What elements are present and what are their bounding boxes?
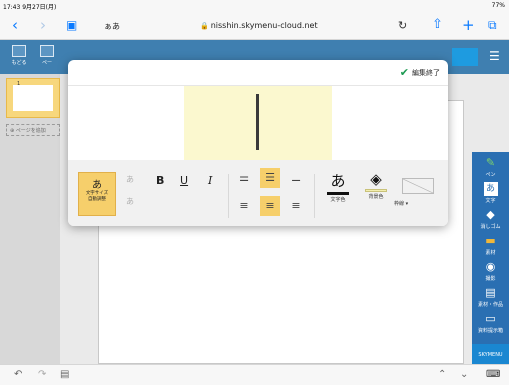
status-bar: 17:43 9月27日(月) 77%: [0, 0, 509, 12]
tool-pen[interactable]: ✎ ペン: [474, 156, 507, 182]
tool-works[interactable]: ▤ 素材・作品: [474, 286, 507, 312]
address-text: nisshin.skymenu-cloud.net: [210, 21, 318, 30]
chevron-down-icon[interactable]: ⌄: [460, 369, 468, 380]
auto-size-button[interactable]: あ 文字サイズ 自動調整: [78, 172, 116, 216]
page-icon: [40, 45, 54, 57]
app-action-button[interactable]: [452, 48, 478, 66]
folder-icon: ▤: [485, 286, 496, 299]
page-panel: 1 ⊕ ページを追加: [0, 74, 60, 364]
italic-button[interactable]: I: [208, 174, 212, 187]
eraser-icon: ◆: [486, 208, 495, 221]
tool-box[interactable]: ▭ 資料提示箱: [474, 312, 507, 338]
tool-pen-label: ペン: [485, 172, 496, 178]
tool-material-label: 素材: [485, 250, 496, 256]
tool-camera-label: 撮影: [485, 276, 496, 282]
undo-icon[interactable]: ↶: [14, 369, 22, 380]
reload-icon[interactable]: ↻: [398, 19, 407, 32]
pen-icon: ✎: [485, 156, 496, 169]
page-button[interactable]: ペー: [34, 43, 60, 71]
tool-text[interactable]: あ 文字: [474, 182, 507, 208]
frame-style-dropdown[interactable]: 枠線 ▾: [394, 200, 408, 207]
new-tab-icon[interactable]: +: [462, 17, 475, 33]
back-app-label: もどる: [11, 60, 27, 66]
status-time: 17:43 9月27日(月): [3, 4, 57, 11]
finish-edit-button[interactable]: ✔ 編集終了: [400, 66, 440, 79]
paint-bucket-icon: ◈: [370, 170, 382, 188]
bookmarks-icon[interactable]: ▣: [66, 17, 77, 33]
reader-button[interactable]: ぁあ: [104, 21, 120, 32]
valign-middle-button[interactable]: ☰: [260, 168, 280, 188]
auto-size-icon: あ: [92, 180, 102, 191]
font-decrease-button[interactable]: あ: [126, 196, 134, 207]
redo-icon[interactable]: ↷: [38, 369, 46, 380]
text-color-label: 文字色: [330, 197, 346, 203]
tool-camera[interactable]: ◉ 撮影: [474, 260, 507, 286]
text-caret: [256, 94, 259, 150]
bg-color-button[interactable]: ◈ 背景色: [360, 170, 392, 200]
text-box[interactable]: [184, 86, 332, 160]
add-page-label: ページを追加: [15, 128, 46, 134]
valign-top-icon: ⚌: [239, 171, 249, 184]
tool-material[interactable]: ▬ 素材: [474, 234, 507, 260]
align-right-button[interactable]: ≡: [286, 196, 306, 216]
menu-icon[interactable]: ☰: [489, 49, 500, 63]
finish-edit-label: 編集終了: [412, 69, 440, 77]
text-icon: あ: [483, 182, 498, 196]
auto-size-label-2: 自動調整: [88, 197, 106, 202]
align-center-button[interactable]: ≡: [260, 196, 280, 216]
material-icon: ▬: [485, 234, 496, 247]
toolbar-divider: [314, 174, 315, 218]
text-color-button[interactable]: あ 文字色: [322, 170, 354, 203]
align-left-button[interactable]: ≡: [234, 196, 254, 216]
lock-icon: 🔒: [200, 22, 209, 30]
address-field[interactable]: 🔒 nisshin.skymenu-cloud.net: [200, 21, 318, 30]
bold-button[interactable]: B: [156, 174, 164, 187]
clipboard-icon[interactable]: ▤: [60, 369, 69, 380]
valign-middle-icon: ☰: [265, 171, 275, 184]
check-icon: ✔: [399, 66, 409, 79]
tool-box-label: 資料提示箱: [477, 328, 503, 334]
tool-works-label: 素材・作品: [477, 302, 503, 308]
camera-icon: ◉: [485, 260, 496, 273]
frame-style-icon[interactable]: [402, 178, 434, 194]
align-center-icon: ≡: [265, 199, 275, 212]
align-left-icon: ≡: [239, 199, 249, 212]
box-icon: ▭: [485, 312, 496, 325]
add-page-button[interactable]: ⊕ ページを追加: [6, 124, 60, 136]
tool-eraser-label: 消しゴム: [480, 224, 501, 230]
valign-bottom-button[interactable]: ⚊: [286, 168, 306, 188]
underline-button[interactable]: U: [180, 174, 188, 187]
page-button-label: ペー: [41, 60, 52, 66]
font-increase-button[interactable]: あ: [126, 174, 134, 185]
popup-header: ✔ 編集終了: [68, 60, 448, 86]
chevron-up-icon[interactable]: ⌃: [438, 369, 446, 380]
tabs-icon[interactable]: ⧉: [488, 17, 497, 33]
forward-icon[interactable]: ›: [40, 17, 46, 33]
page-thumbnail-preview: [13, 85, 53, 111]
valign-top-button[interactable]: ⚌: [234, 168, 254, 188]
browser-bar: ‹ › ▣ ぁあ 🔒 nisshin.skymenu-cloud.net ↻ ⇧ …: [0, 12, 509, 40]
bg-color-label: 背景色: [368, 194, 384, 200]
brand-logo: SKYMENU: [472, 344, 509, 364]
battery-indicator: 77%: [491, 2, 505, 9]
add-page-icon: ⊕: [10, 128, 15, 134]
format-toolbar: あ 文字サイズ 自動調整 あ あ B U I ⚌ ☰ ⚊ ≡ ≡ ≡ あ 文字色…: [68, 160, 448, 226]
back-app-button[interactable]: もどる: [6, 43, 32, 71]
back-icon[interactable]: ‹: [12, 17, 18, 33]
bottom-bar: ↶ ↷ ▤ ⌃ ⌄ ⌨: [0, 364, 509, 385]
page-thumbnail[interactable]: 1: [6, 78, 60, 118]
bg-color-swatch: [365, 189, 387, 192]
keyboard-icon[interactable]: ⌨: [486, 369, 500, 380]
text-color-icon: あ: [330, 172, 346, 190]
back-app-icon: [12, 45, 26, 57]
text-edit-popup: ✔ 編集終了 あ 文字サイズ 自動調整 あ あ B U I ⚌ ☰ ⚊ ≡ ≡ ≡…: [68, 60, 448, 226]
tool-panel: ✎ ペン あ 文字 ◆ 消しゴム ▬ 素材 ◉ 撮影 ▤ 素材・作品 ▭ 資料提…: [472, 152, 509, 364]
valign-bottom-icon: ⚊: [291, 171, 301, 184]
align-right-icon: ≡: [291, 199, 301, 212]
text-color-swatch: [327, 192, 349, 195]
toolbar-divider: [228, 174, 229, 218]
tool-text-label: 文字: [485, 198, 496, 204]
share-icon[interactable]: ⇧: [432, 17, 443, 33]
tool-eraser[interactable]: ◆ 消しゴム: [474, 208, 507, 234]
